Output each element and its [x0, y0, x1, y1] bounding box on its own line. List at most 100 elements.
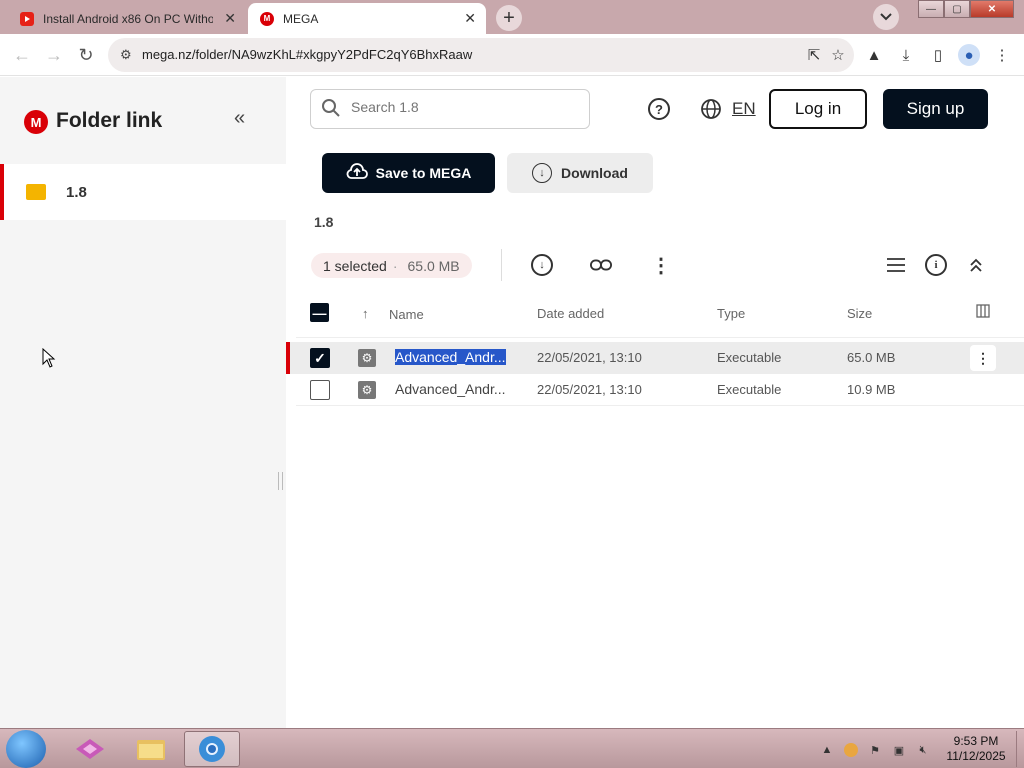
search-box[interactable]	[310, 89, 590, 129]
info-icon[interactable]: i	[925, 254, 947, 276]
mega-icon: M	[260, 11, 274, 26]
selection-count: 1 selected	[323, 257, 387, 274]
file-type: Executable	[717, 350, 782, 365]
mega-logo-icon: M	[24, 110, 48, 134]
divider	[501, 249, 502, 281]
download-label: Download	[561, 165, 628, 181]
address-bar[interactable]: ⚙ mega.nz/folder/NA9wzKhL#xkgpyY2PdFC2qY…	[108, 38, 854, 72]
file-size: 65.0 MB	[847, 350, 896, 365]
file-date: 22/05/2021, 13:10	[537, 350, 642, 365]
language-selector[interactable]: EN	[732, 99, 756, 119]
column-type[interactable]: Type	[717, 306, 745, 321]
row-menu-icon[interactable]: ⋮	[970, 345, 996, 371]
download-icon: ↓	[532, 163, 553, 183]
signup-button[interactable]: Sign up	[883, 89, 988, 129]
column-settings-icon[interactable]	[976, 304, 990, 321]
downloads-icon[interactable]: ⤓	[896, 45, 916, 65]
share-icon[interactable]: ⇱	[805, 46, 823, 64]
browser-menu-icon[interactable]: ⋮	[992, 45, 1012, 65]
sidebar: M Folder link « 1.8	[0, 77, 286, 728]
action-center-flag-icon[interactable]: ⚑	[868, 743, 882, 757]
link-icon[interactable]	[590, 254, 612, 276]
reload-button[interactable]: ↻	[74, 43, 98, 67]
tab-youtube[interactable]: Install Android x86 On PC Witho ✕	[8, 3, 246, 34]
maximize-button[interactable]: ▢	[944, 0, 970, 18]
save-label: Save to MEGA	[375, 165, 472, 181]
sidebar-item-label: 1.8	[66, 184, 87, 201]
url-text[interactable]: mega.nz/folder/NA9wzKhL#xkgpyY2PdFC2qY6B…	[142, 47, 472, 62]
file-name[interactable]: Advanced_Andr...	[395, 381, 506, 397]
bookmark-star-icon[interactable]: ☆	[829, 46, 847, 64]
selection-separator: ·	[392, 257, 398, 274]
network-icon[interactable]: ▣	[892, 743, 906, 757]
tab-mega[interactable]: M MEGA ✕	[248, 3, 486, 34]
search-icon	[321, 98, 341, 124]
search-input[interactable]	[351, 99, 571, 115]
forward-button[interactable]: →	[42, 43, 66, 67]
folder-icon	[26, 184, 46, 200]
column-name[interactable]: Name	[389, 307, 424, 322]
close-tab-icon[interactable]: ✕	[224, 10, 236, 27]
file-explorer-icon[interactable]	[123, 731, 179, 767]
start-button[interactable]	[6, 730, 46, 768]
back-button[interactable]: ←	[10, 43, 34, 67]
profile-avatar-icon[interactable]: ●	[958, 44, 980, 66]
file-date: 22/05/2021, 13:10	[537, 382, 642, 397]
list-view-icon[interactable]	[885, 254, 907, 276]
new-tab-button[interactable]: +	[496, 5, 522, 31]
divider	[296, 337, 1024, 338]
table-row[interactable]: ⚙ Advanced_Andr... 22/05/2021, 13:10 Exe…	[286, 374, 1024, 406]
minimize-button[interactable]: —	[918, 0, 944, 18]
browser-toolbar: ← → ↻ ⚙ mega.nz/folder/NA9wzKhL#xkgpyY2P…	[0, 34, 1024, 76]
tab-strip: Install Android x86 On PC Witho ✕ M MEGA…	[0, 0, 1024, 34]
selection-size: 65.0 MB	[407, 257, 460, 274]
sidebar-item-folder[interactable]: 1.8	[0, 164, 286, 220]
sort-arrow-icon[interactable]: ↑	[362, 306, 369, 321]
globe-icon[interactable]	[700, 98, 722, 126]
file-type: Executable	[717, 382, 782, 397]
chrome-taskbar-icon[interactable]	[184, 731, 240, 767]
row-checkbox[interactable]: ✓	[310, 348, 330, 368]
collapse-sidebar-icon[interactable]: «	[234, 107, 245, 130]
column-date-added[interactable]: Date added	[537, 306, 604, 321]
selection-summary: 1 selected · 65.0 MB	[311, 253, 472, 278]
sidebar-resize-handle[interactable]	[278, 472, 283, 490]
close-window-button[interactable]: ✕	[970, 0, 1014, 18]
download-button[interactable]: ↓ Download	[507, 153, 653, 193]
column-size[interactable]: Size	[847, 306, 872, 321]
tray-expand-icon[interactable]: ▲	[820, 743, 834, 757]
tray-app-icon[interactable]	[844, 743, 858, 757]
cloud-upload-icon	[346, 162, 368, 184]
select-all-checkbox[interactable]: —	[310, 303, 329, 322]
executable-file-icon: ⚙	[358, 349, 376, 367]
taskbar-app-icon[interactable]	[62, 731, 118, 767]
youtube-icon	[20, 11, 34, 26]
row-checkbox[interactable]	[310, 380, 330, 400]
more-actions-icon[interactable]: ⋮	[650, 254, 672, 277]
close-tab-icon[interactable]: ✕	[464, 10, 476, 27]
table-row[interactable]: ✓ ⚙ Advanced_Andr... 22/05/2021, 13:10 E…	[286, 342, 1024, 374]
save-to-mega-button[interactable]: Save to MEGA	[322, 153, 495, 193]
taskbar: ▲ ⚑ ▣ 🔇︎ 9:53 PM 11/12/2025	[0, 728, 1024, 768]
show-desktop-button[interactable]	[1016, 731, 1022, 767]
system-clock[interactable]: 9:53 PM 11/12/2025	[936, 734, 1016, 764]
tab-title: Install Android x86 On PC Witho	[43, 11, 213, 26]
volume-muted-icon[interactable]: 🔇︎	[916, 743, 930, 757]
download-selected-icon[interactable]: ↓	[531, 254, 553, 276]
file-size: 10.9 MB	[847, 382, 896, 397]
window-controls: — ▢ ✕	[918, 0, 1014, 18]
clock-time: 9:53 PM	[953, 734, 999, 748]
help-icon[interactable]: ?	[648, 98, 670, 120]
file-name[interactable]: Advanced_Andr...	[395, 349, 506, 365]
tab-search-button[interactable]	[873, 4, 899, 30]
login-button[interactable]: Log in	[769, 89, 867, 129]
side-panel-icon[interactable]: ▯	[928, 45, 948, 65]
divider	[296, 405, 1024, 406]
collapse-header-icon[interactable]	[965, 254, 987, 276]
sidebar-title: Folder link	[56, 109, 163, 132]
site-info-icon[interactable]: ⚙	[120, 47, 132, 63]
tab-title: MEGA	[283, 11, 319, 26]
breadcrumb[interactable]: 1.8	[314, 214, 333, 230]
clock-date: 11/12/2025	[946, 749, 1006, 763]
extension-icon[interactable]: ▲	[864, 45, 884, 65]
